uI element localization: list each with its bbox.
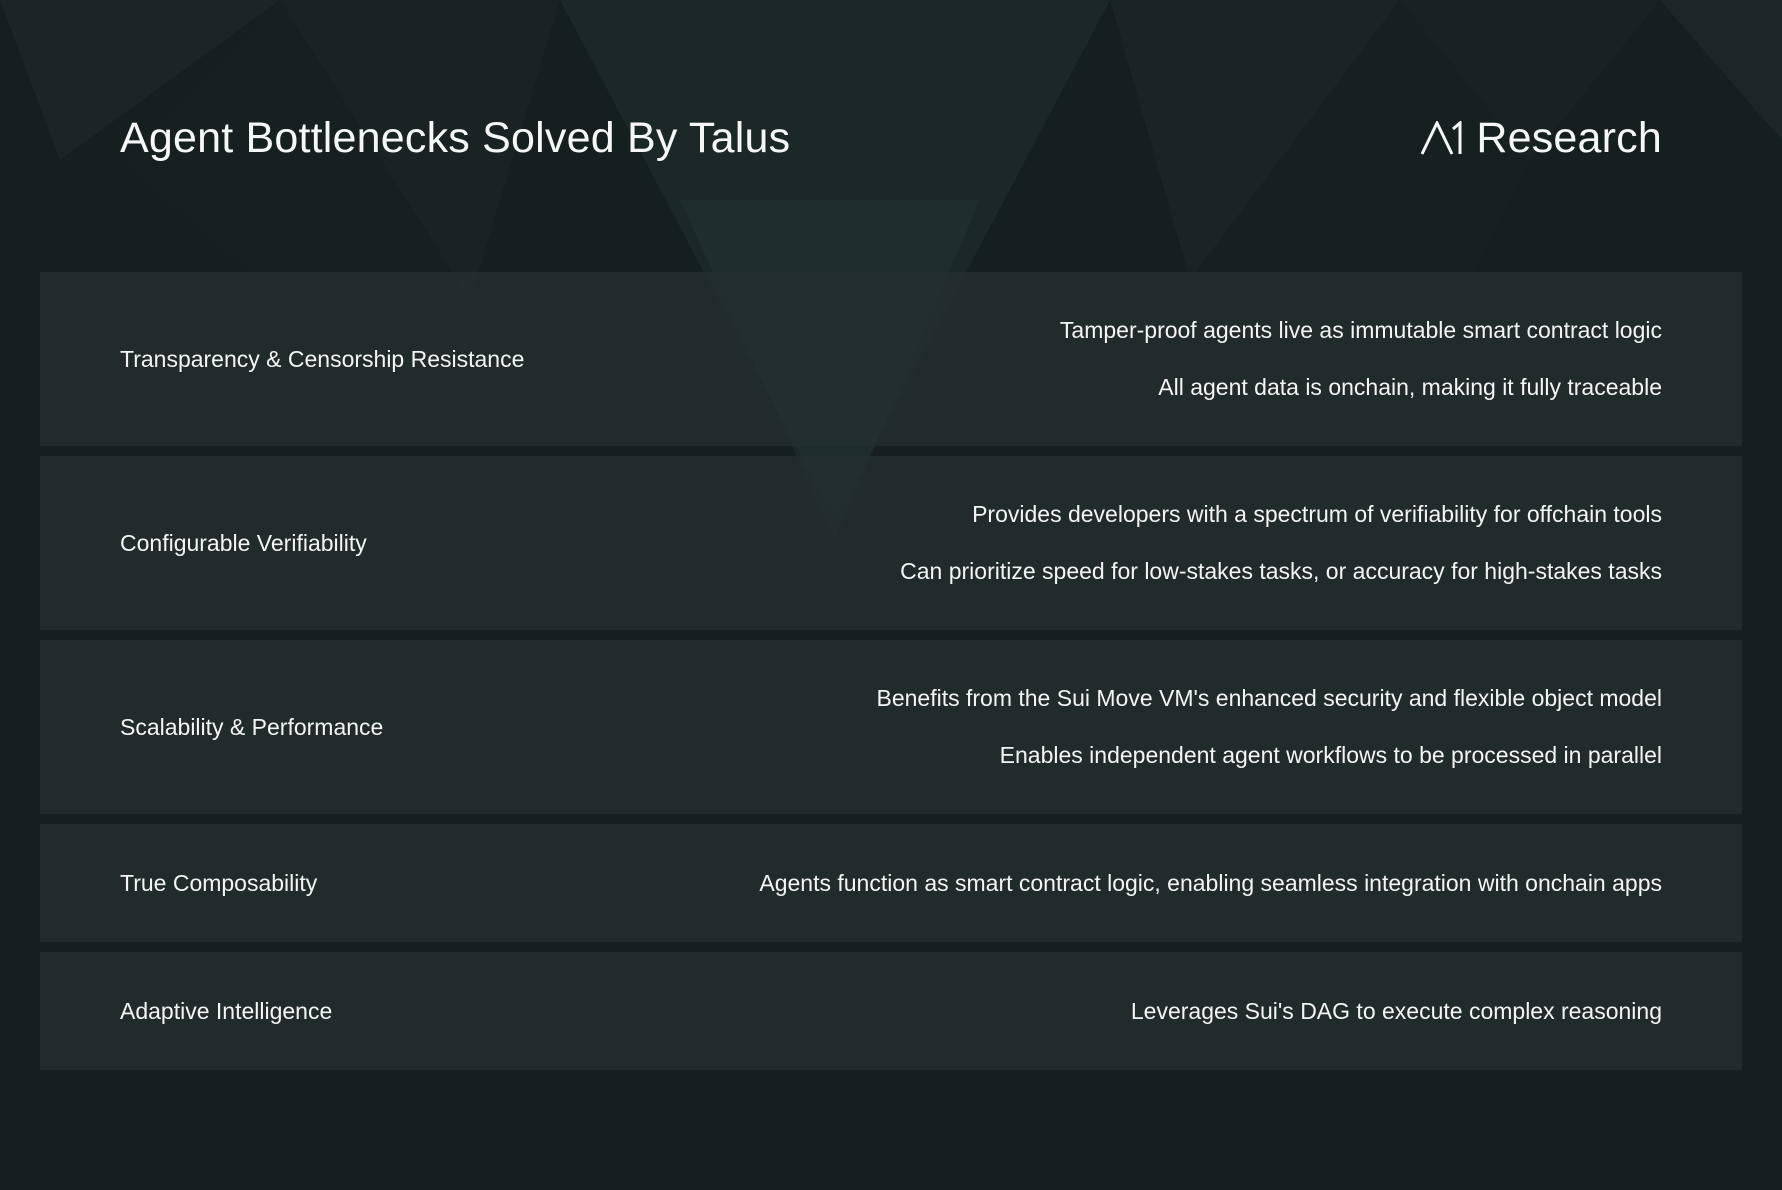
row-points: Tamper-proof agents live as immutable sm…: [1060, 317, 1662, 401]
header: Agent Bottlenecks Solved By Talus Resear…: [120, 104, 1662, 172]
slide: Agent Bottlenecks Solved By Talus Resear…: [0, 0, 1782, 1190]
brand-name: Research: [1476, 113, 1662, 162]
row-points: Benefits from the Sui Move VM's enhanced…: [876, 685, 1662, 769]
row-label: Configurable Verifiability: [120, 529, 367, 556]
row-point: Tamper-proof agents live as immutable sm…: [1059, 317, 1662, 343]
row-label: Adaptive Intelligence: [120, 997, 333, 1024]
table-row: Configurable Verifiability Provides deve…: [40, 456, 1742, 630]
brand: Research: [1420, 114, 1662, 163]
row-point: Benefits from the Sui Move VM's enhanced…: [876, 685, 1662, 711]
row-label: Transparency & Censorship Resistance: [120, 345, 525, 372]
bottleneck-table: Transparency & Censorship Resistance Tam…: [40, 272, 1742, 1080]
table-row: Scalability & Performance Benefits from …: [40, 640, 1742, 814]
row-point: Agents function as smart contract logic,…: [759, 869, 1662, 896]
row-point: All agent data is onchain, making it ful…: [1158, 374, 1662, 400]
row-label: Scalability & Performance: [120, 713, 384, 740]
page-title: Agent Bottlenecks Solved By Talus: [120, 113, 791, 162]
row-points: Leverages Sui's DAG to execute complex r…: [1131, 998, 1662, 1025]
row-point: Enables independent agent workflows to b…: [999, 742, 1662, 768]
table-row: Adaptive Intelligence Leverages Sui's DA…: [40, 952, 1742, 1070]
row-point: Leverages Sui's DAG to execute complex r…: [1130, 997, 1662, 1024]
a1-logo-icon: [1421, 121, 1462, 155]
row-point: Can prioritize speed for low-stakes task…: [900, 558, 1662, 584]
table-row: Transparency & Censorship Resistance Tam…: [40, 272, 1742, 446]
row-points: Agents function as smart contract logic,…: [759, 870, 1662, 897]
row-points: Provides developers with a spectrum of v…: [900, 501, 1662, 585]
row-point: Provides developers with a spectrum of v…: [972, 501, 1662, 527]
table-row: True Composability Agents function as sm…: [40, 824, 1742, 942]
row-label: True Composability: [120, 869, 318, 896]
